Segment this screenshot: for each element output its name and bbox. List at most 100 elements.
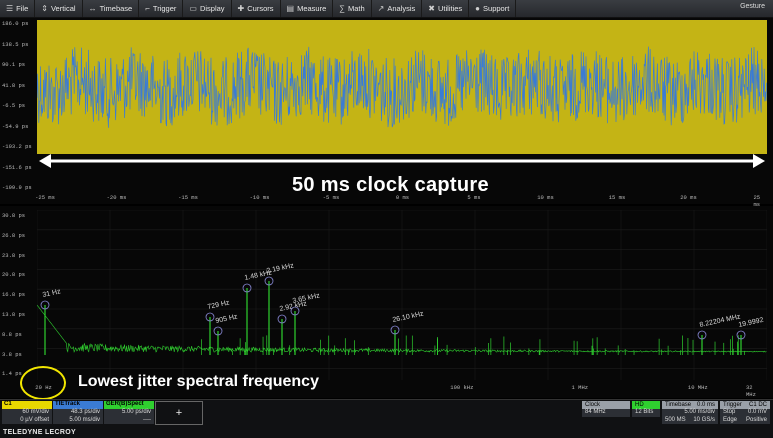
menu-label: Utilities [438,4,463,13]
top-x-tick: 25 ms [753,194,761,208]
top-x-tick: -25 ms [35,194,55,201]
bottom-y-tick: 13.8 ps [2,311,26,318]
utilities-icon: ✖ [428,4,435,13]
menu-support[interactable]: ● Support [469,0,517,17]
menu-timebase[interactable]: ↔ Timebase [83,0,140,17]
descriptor-ger(b)spect[interactable]: GER(B)Spect 5.00 ps/div ---- [104,401,154,424]
menu-label: Display [199,4,225,13]
top-x-tick: -15 ms [178,194,198,201]
menu-math[interactable]: ∑ Math [333,0,372,17]
jitter-spectrum-svg[interactable]: 31 Hz729 Hz905 Hz1.48 kHz2.19 kHz2.92 kH… [37,210,767,380]
descriptor-offset: 0 µV offset [2,416,52,424]
top-y-tick: 90.1 ps [2,61,26,68]
top-x-tick: 0 ms [395,194,410,201]
timebase-head: Timebase [665,402,692,408]
menu-cursors[interactable]: ✚ Cursors [232,0,281,17]
display-icon: ▭ [189,4,197,13]
vertical-icon: ⇕ [41,4,48,13]
teledyne-lecroy-logo: TELEDYNE LECROY [3,429,76,436]
trigger-level: 0.0 mV [747,409,767,415]
trigger-icon: ⌐ [145,4,150,13]
descriptor-c1[interactable]: C1 60 mV/div 0 µV offset [2,401,52,424]
tie-trace [37,46,767,128]
timebase-icon: ↔ [88,4,97,13]
peak-label: 2.19 kHz [266,262,295,275]
math-icon: ∑ [339,4,345,13]
descriptor-name: GER(B)Spect [104,401,154,409]
bottom-x-tick: 100 kHz [450,384,474,391]
spectrum-annotation: Lowest jitter spectral frequency [78,373,319,390]
menu-measure[interactable]: ▤ Measure [281,0,334,17]
trigger-head: Trigger [723,402,742,408]
descriptor-scale: 60 mV/div [2,409,52,417]
top-y-tick: -151.6 ps [2,163,32,171]
clock-head: Clock [582,401,630,409]
peak-label: 26.10 kHz [392,310,425,324]
peak-label: 19.9992 [738,317,764,329]
timebase-rate: 10 GS/s [693,416,715,423]
trigger-slope: Positive [745,416,767,423]
menu-label: Support [483,4,510,13]
top-y-tick: 41.8 ps [2,81,26,89]
bottom-y-tick: 8.8 ps [2,330,22,338]
top-x-tick: -20 ms [106,194,127,201]
menu-file[interactable]: ☰ File [0,0,36,17]
top-x-tick: 15 ms [608,194,626,201]
menu-label: Trigger [152,4,177,13]
descriptor-tietrack[interactable]: TIETrack 48.3 ps/div 5.00 ms/div [53,401,103,424]
descriptor-offset: 5.00 ms/div [53,416,103,424]
top-y-tick: 138.5 ps [2,40,29,48]
menu-utilities[interactable]: ✖ Utilities [422,0,470,17]
descriptor-name: C1 [2,401,52,409]
capture-caption: 50 ms clock capture [292,174,489,196]
measure-icon: ▤ [286,4,295,13]
support-icon: ● [475,4,481,13]
file-icon: ☰ [6,4,14,13]
clock-box[interactable]: Clock 84 MHz [582,401,630,417]
add-trace-button[interactable]: + [155,401,203,425]
bottom-x-tick: 10 MHz [687,384,708,391]
analysis-icon: ↗ [377,4,385,13]
bottom-x-tick: 1 MHz [571,384,589,391]
menu-analysis[interactable]: ↗ Analysis [372,0,423,17]
highlight-circle [20,366,66,400]
hd-head: HD [632,401,660,409]
timebase-scale: 5.00 ms/div [684,409,715,415]
tie-trace-svg [37,46,767,128]
menu-label: Vertical [50,4,76,13]
gesture-button[interactable]: Gesture [740,3,765,10]
timebase-box[interactable]: Timebase 0.0 ms 5.00 ms/div 500 MS 10 GS/… [662,401,718,424]
descriptor-scale: 48.3 ps/div [53,409,103,417]
descriptor-offset: ---- [104,416,154,424]
trigger-source: C1 DC [748,402,767,408]
bottom-y-tick: 3.8 ps [2,350,22,358]
tie-track-trace-area[interactable] [37,20,767,154]
status-bar: C1 60 mV/div 0 µV offset TIETrack 48.3 ps/di… [0,399,773,438]
menu-label: Cursors [247,4,274,13]
trigger-type: Edge [723,416,738,423]
menu-label: Measure [297,4,327,13]
menu-label: Analysis [387,4,416,13]
descriptor-scale: 5.00 ps/div [104,409,154,417]
bottom-y-tick: 30.8 ps [2,212,26,219]
menu-vertical[interactable]: ⇕ Vertical [35,0,83,17]
top-y-tick: -6.5 ps [2,102,26,109]
bottom-x-tick: 32 MHz [746,384,756,398]
menu-trigger[interactable]: ⌐ Trigger [139,0,184,17]
top-x-tick: 10 ms [537,194,554,201]
top-x-tick: 5 ms [467,194,481,201]
timebase-delay: 0.0 ms [696,402,715,408]
hd-box[interactable]: HD 12 Bits [632,401,660,417]
top-y-tick: -199.9 ps [2,184,32,191]
descriptor-name: TIETrack [53,401,103,409]
menu-bar: ☰ File ⇕ Vertical ↔ Timebase ⌐ Trigger ▭ Display ✚… [0,0,773,18]
clock-value: 84 MHz [585,409,606,415]
capture-span-arrow [39,154,765,168]
trigger-box[interactable]: Trigger C1 DC Stop 0.0 mV Edge Positive [720,401,770,424]
peak-label: 905 Hz [215,313,239,325]
bottom-y-tick: 1.4 ps [2,370,22,378]
peak-label: 31 Hz [42,288,62,299]
menu-display[interactable]: ▭ Display [183,0,232,17]
timebase-samples: 500 MS [665,416,686,423]
menu-label: Timebase [99,4,133,13]
